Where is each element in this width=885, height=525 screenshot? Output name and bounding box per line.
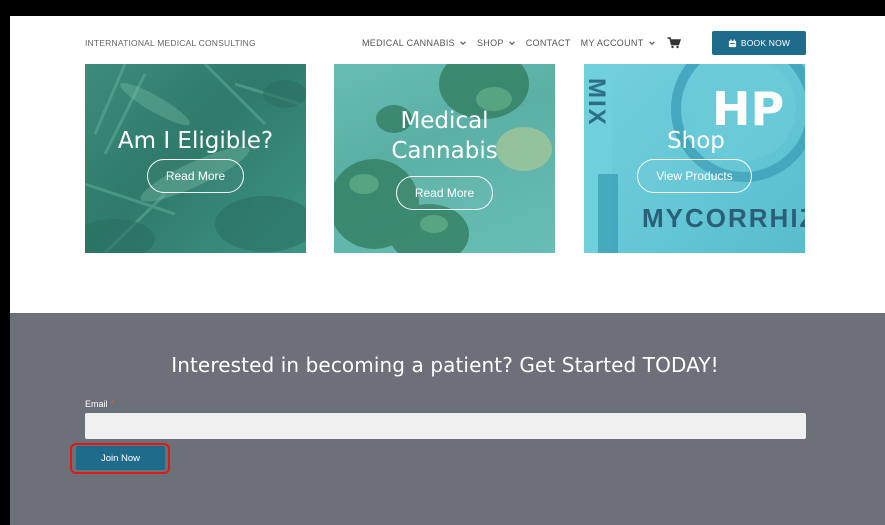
cart-icon[interactable] bbox=[667, 37, 681, 49]
card-shop[interactable]: HP MIX MYCORRHIZ Shop View Products bbox=[584, 64, 805, 253]
nav-contact[interactable]: CONTACT bbox=[526, 38, 571, 48]
card-title-line1: Medical bbox=[400, 108, 489, 134]
read-more-button[interactable]: Read More bbox=[396, 176, 493, 210]
email-field[interactable] bbox=[85, 413, 806, 439]
nav-my-account[interactable]: MY ACCOUNT bbox=[581, 38, 656, 48]
email-label-text: Email bbox=[85, 399, 108, 409]
signup-section: Interested in becoming a patient? Get St… bbox=[10, 313, 885, 525]
browser-viewport: INTERNATIONAL MEDICAL CONSULTING MEDICAL… bbox=[10, 16, 885, 525]
nav-shop[interactable]: SHOP bbox=[477, 38, 516, 48]
nav-label: SHOP bbox=[477, 38, 504, 48]
card-title: Shop bbox=[667, 128, 725, 154]
card-am-i-eligible[interactable]: Am I Eligible? Read More bbox=[85, 64, 306, 253]
join-now-button[interactable]: Join Now bbox=[76, 446, 165, 470]
site-header: INTERNATIONAL MEDICAL CONSULTING MEDICAL… bbox=[10, 16, 885, 64]
card-medical-cannabis[interactable]: Medical Cannabis Read More bbox=[334, 64, 555, 253]
signup-heading: Interested in becoming a patient? Get St… bbox=[171, 353, 719, 377]
chevron-down-icon bbox=[460, 41, 466, 45]
chevron-down-icon bbox=[648, 41, 655, 45]
main-nav: MEDICAL CANNABIS SHOP CONTACT MY ACCOUNT bbox=[362, 37, 701, 49]
nav-label: MEDICAL CANNABIS bbox=[362, 38, 455, 48]
book-now-label: BOOK NOW bbox=[740, 38, 791, 48]
chevron-down-icon bbox=[508, 41, 515, 45]
card-title-line2: Cannabis bbox=[391, 138, 498, 164]
card-title: Am I Eligible? bbox=[117, 128, 274, 154]
calendar-icon bbox=[728, 38, 736, 47]
nav-medical-cannabis[interactable]: MEDICAL CANNABIS bbox=[362, 38, 467, 48]
view-products-button[interactable]: View Products bbox=[637, 159, 752, 193]
email-label: Email * bbox=[85, 399, 114, 409]
product-label-mix: MIX bbox=[584, 78, 610, 127]
site-brand[interactable]: INTERNATIONAL MEDICAL CONSULTING bbox=[85, 38, 256, 48]
nav-label: MY ACCOUNT bbox=[580, 38, 644, 48]
required-marker: * bbox=[110, 399, 115, 409]
nav-label: CONTACT bbox=[525, 38, 571, 48]
read-more-button[interactable]: Read More bbox=[147, 159, 244, 193]
product-label-mycorrhiz: MYCORRHIZ bbox=[642, 203, 805, 233]
book-now-button[interactable]: BOOK NOW bbox=[712, 31, 806, 55]
